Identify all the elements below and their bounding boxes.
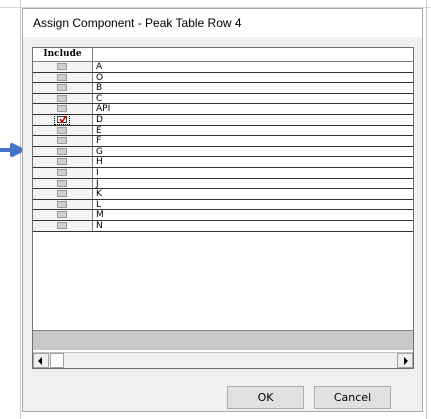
include-cell: [33, 157, 93, 167]
component-name: I: [96, 167, 99, 178]
component-grid: Include A O B C API D E F G H I J K L M N: [32, 47, 414, 369]
table-row: D: [33, 113, 413, 126]
component-name: E: [96, 125, 102, 136]
include-checkbox[interactable]: [57, 147, 67, 155]
component-name: O: [96, 72, 104, 83]
grid-header: Include: [33, 48, 413, 62]
table-row: B: [33, 83, 413, 94]
include-cell: [33, 104, 93, 114]
component-name: G: [96, 146, 103, 157]
cancel-button[interactable]: Cancel: [314, 386, 391, 409]
include-cell: [33, 125, 93, 136]
include-checkbox[interactable]: [57, 179, 67, 187]
column-header-include[interactable]: Include: [33, 48, 93, 61]
component-name: K: [96, 189, 102, 200]
include-cell: [33, 113, 93, 125]
ok-button[interactable]: OK: [227, 386, 304, 409]
include-cell: [33, 136, 93, 146]
include-cell: [33, 210, 93, 220]
component-name: M: [96, 210, 104, 221]
dialog-title: Assign Component - Peak Table Row 4: [33, 16, 242, 30]
include-checkbox[interactable]: [57, 126, 67, 134]
grid-rows: A O B C API D E F G H I J K L M N: [33, 62, 413, 232]
table-row: F: [33, 136, 413, 147]
component-name: H: [96, 157, 103, 168]
table-row: J: [33, 178, 413, 190]
table-row: L: [33, 199, 413, 211]
include-checkbox[interactable]: [57, 190, 67, 198]
table-row: O: [33, 72, 413, 84]
include-checkbox[interactable]: [57, 221, 67, 229]
table-row: G: [33, 146, 413, 158]
pointer-arrow-icon: [0, 143, 22, 157]
table-row: N: [33, 220, 413, 232]
grid-empty-area: [33, 330, 413, 350]
component-name: B: [96, 83, 103, 94]
include-cell: [33, 167, 93, 178]
include-cell: [33, 62, 93, 72]
table-row: H: [33, 157, 413, 168]
include-checkbox[interactable]: [57, 105, 67, 113]
include-checkbox[interactable]: [57, 200, 67, 208]
table-row: E: [33, 125, 413, 137]
include-checkbox[interactable]: [57, 137, 67, 145]
include-cell: [33, 189, 93, 199]
checkmark-icon: [59, 115, 67, 123]
table-row: API: [33, 104, 413, 115]
background-window-edge: [20, 0, 21, 419]
table-row: M: [33, 210, 413, 221]
component-name: N: [96, 220, 103, 231]
component-name: D: [96, 114, 103, 125]
assign-component-dialog: Assign Component - Peak Table Row 4 Incl…: [22, 8, 423, 412]
include-cell: [33, 199, 93, 210]
include-checkbox[interactable]: [57, 168, 67, 176]
arrow-right-icon: [404, 357, 408, 365]
include-cell: [33, 220, 93, 231]
include-cell: [33, 72, 93, 83]
include-checkbox[interactable]: [57, 158, 67, 166]
scroll-right-button[interactable]: [397, 353, 413, 368]
scroll-left-button[interactable]: [33, 353, 49, 368]
component-name: A: [96, 62, 103, 72]
component-name: F: [96, 136, 102, 147]
component-name: J: [96, 178, 99, 189]
table-row: A: [33, 62, 413, 73]
horizontal-scrollbar[interactable]: [33, 352, 413, 368]
background-window-edge: [426, 0, 427, 419]
dialog-titlebar: Assign Component - Peak Table Row 4: [23, 9, 422, 37]
table-row: I: [33, 167, 413, 179]
include-checkbox[interactable]: [57, 115, 67, 123]
include-cell: [33, 178, 93, 189]
include-cell: [33, 83, 93, 93]
include-checkbox[interactable]: [57, 73, 67, 81]
scroll-thumb[interactable]: [50, 353, 64, 368]
include-checkbox[interactable]: [57, 63, 67, 70]
component-name: C: [96, 93, 103, 104]
include-cell: [33, 146, 93, 157]
table-row: C: [33, 93, 413, 105]
include-checkbox[interactable]: [57, 94, 67, 102]
component-name: L: [96, 199, 102, 210]
include-checkbox[interactable]: [57, 84, 67, 92]
table-row: K: [33, 189, 413, 200]
component-name: API: [96, 104, 111, 115]
include-cell: [33, 93, 93, 104]
arrow-left-icon: [38, 357, 42, 365]
include-checkbox[interactable]: [57, 211, 67, 219]
